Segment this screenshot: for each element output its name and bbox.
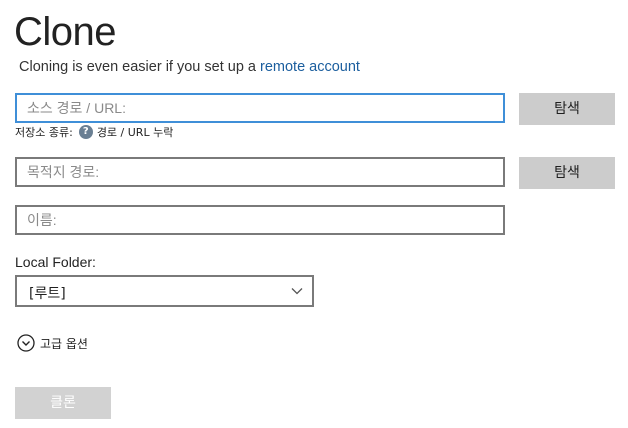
local-folder-label: Local Folder: <box>15 254 96 270</box>
local-folder-dropdown[interactable]: [루트] <box>15 275 314 307</box>
help-icon[interactable]: ? <box>78 125 93 139</box>
name-input[interactable] <box>15 205 505 235</box>
clone-page: Clone Cloning is even easier if you set … <box>0 0 628 428</box>
destination-path-input[interactable] <box>15 157 505 187</box>
repository-type-hint: 저장소 종류: ? 경로 / URL 누락 <box>15 124 173 140</box>
chevron-down-icon <box>291 288 303 295</box>
advanced-options-label: 고급 옵션 <box>40 336 88 351</box>
subtitle-text: Cloning is even easier if you set up a <box>19 59 260 75</box>
destination-browse-button[interactable]: 탐색 <box>519 157 615 189</box>
page-title: Clone <box>14 10 117 54</box>
repository-type-value: 경로 / URL 누락 <box>96 126 174 139</box>
advanced-options-toggle[interactable]: 고급 옵션 <box>17 334 88 352</box>
page-subtitle: Cloning is even easier if you set up a r… <box>19 58 360 76</box>
expand-circle-icon <box>17 334 35 352</box>
clone-button[interactable]: 클론 <box>15 387 111 419</box>
source-path-input[interactable] <box>15 93 505 123</box>
repository-type-label: 저장소 종류: <box>15 126 73 139</box>
remote-account-link[interactable]: remote account <box>260 59 360 75</box>
source-browse-button[interactable]: 탐색 <box>519 93 615 125</box>
local-folder-selected-value: [루트] <box>29 286 66 302</box>
